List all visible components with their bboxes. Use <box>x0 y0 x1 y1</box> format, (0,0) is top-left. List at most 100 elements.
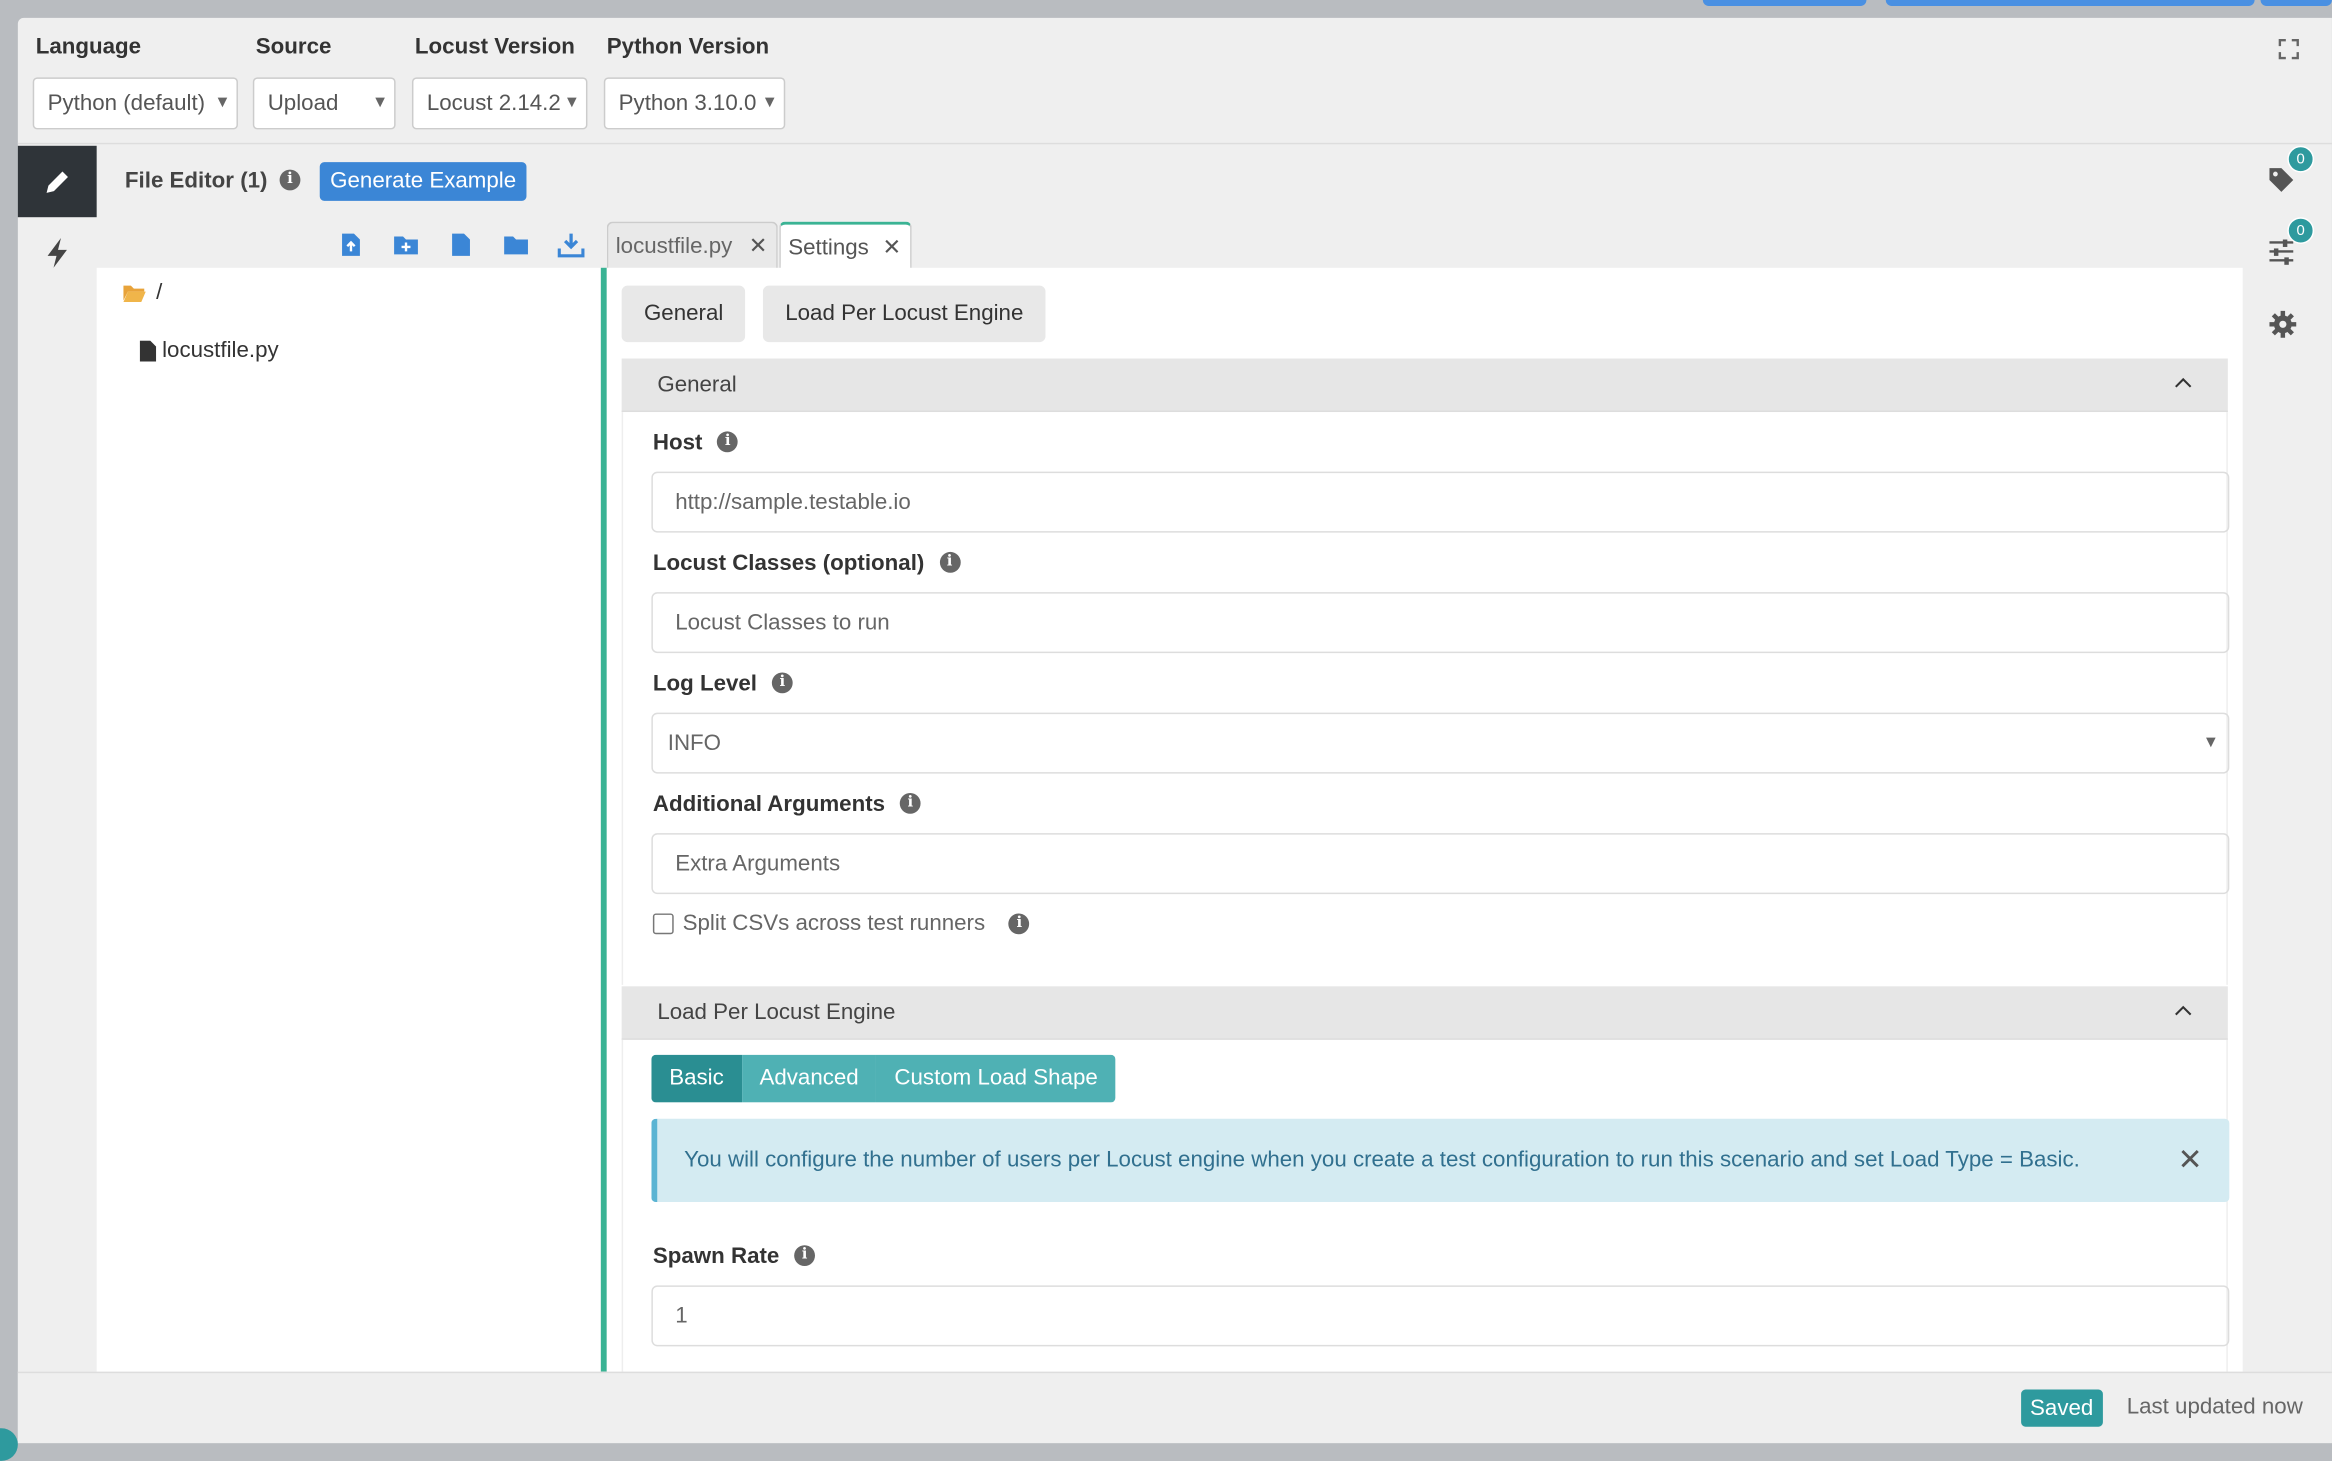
tree-root-folder[interactable]: / <box>122 280 162 305</box>
download-icon[interactable] <box>543 229 598 259</box>
generate-example-button[interactable]: Generate Example <box>319 162 527 201</box>
tree-file-label: locustfile.py <box>162 337 279 363</box>
info-icon[interactable]: i <box>939 551 961 573</box>
help-launcher[interactable] <box>0 1428 18 1461</box>
info-icon[interactable]: i <box>771 672 793 694</box>
source-group: Source <box>253 33 332 63</box>
mode-basic[interactable]: Basic <box>651 1054 742 1103</box>
nav-file-editor[interactable] <box>17 145 97 218</box>
python-version-select[interactable]: Python 3.10.0 ▼ <box>603 77 786 130</box>
language-label: Language <box>35 34 142 60</box>
python-version-value: Python 3.10.0 <box>618 90 757 117</box>
language-group: Language <box>33 33 141 63</box>
host-input[interactable]: http://sample.testable.io <box>651 471 2230 533</box>
footer-bar: Saved Last updated now <box>17 1371 2332 1444</box>
language-select[interactable]: Python (default) ▼ <box>32 77 238 130</box>
python-version-group: Python Version <box>604 33 769 63</box>
last-updated-text: Last updated now <box>2126 1393 2303 1420</box>
locust-version-group: Locust Version <box>412 33 575 63</box>
source-value: Upload <box>267 90 339 117</box>
log-level-value: INFO <box>667 730 722 756</box>
settings-panel: General Load Per Locust Engine General H… <box>606 267 2243 1372</box>
params-count-badge: 0 <box>2287 217 2315 244</box>
locust-classes-label: Locust Classes (optional) i <box>652 547 961 577</box>
checkbox-box[interactable] <box>652 912 674 934</box>
host-label: Host i <box>652 427 739 457</box>
chevron-up-icon <box>2175 377 2192 388</box>
log-level-label: Log Level i <box>653 668 793 698</box>
pill-load-per-locust-engine[interactable]: Load Per Locust Engine <box>762 285 1046 343</box>
info-icon[interactable]: i <box>717 431 739 453</box>
caret-down-icon: ▼ <box>563 93 581 112</box>
log-level-label-text: Log Level <box>652 670 758 696</box>
spawn-rate-label: Spawn Rate i <box>652 1241 816 1271</box>
general-section-header[interactable]: General <box>621 358 2228 413</box>
load-section-title: Load Per Locust Engine <box>657 999 896 1026</box>
tab-label: locustfile.py <box>615 233 733 259</box>
close-icon[interactable]: ✕ <box>2178 1119 2203 1202</box>
file-icon <box>139 339 157 361</box>
folder-icon[interactable] <box>488 229 543 259</box>
tags-count-badge: 0 <box>2287 145 2315 173</box>
saved-badge: Saved <box>2021 1389 2103 1427</box>
additional-arguments-label: Additional Arguments i <box>653 788 921 818</box>
locust-classes-label-text: Locust Classes (optional) <box>652 549 925 575</box>
source-label: Source <box>255 34 332 60</box>
chevron-up-icon <box>2175 1005 2192 1016</box>
split-csv-checkbox[interactable]: Split CSVs across test runners i <box>652 910 1030 936</box>
scenario-editor-dialog: Language Python (default) ▼ Source Upload… <box>17 17 2332 1444</box>
info-icon[interactable]: i <box>899 792 921 814</box>
folder-open-icon <box>123 284 146 302</box>
load-mode-toggle: Basic Advanced Custom Load Shape <box>651 1054 1116 1103</box>
general-section-title: General <box>657 371 737 398</box>
general-section-body: Host i http://sample.testable.io Locust C… <box>621 412 2230 985</box>
split-csv-label: Split CSVs across test runners <box>682 910 986 936</box>
new-file-icon[interactable] <box>433 229 488 259</box>
tab-label: Settings <box>788 235 869 261</box>
mode-advanced[interactable]: Advanced <box>741 1054 877 1103</box>
top-stub-button[interactable] <box>1702 0 1867 6</box>
mode-custom-load-shape[interactable]: Custom Load Shape <box>876 1054 1116 1103</box>
caret-down-icon: ▼ <box>2202 733 2219 752</box>
close-icon[interactable]: ✕ <box>749 223 768 271</box>
tab-locustfile[interactable]: locustfile.py ✕ <box>606 221 778 271</box>
additional-arguments-input[interactable]: Extra Arguments <box>651 833 2230 895</box>
caret-down-icon: ▼ <box>214 93 231 112</box>
additional-arguments-label-text: Additional Arguments <box>652 790 886 817</box>
log-level-select[interactable]: INFO ▼ <box>651 712 2230 774</box>
load-section-header[interactable]: Load Per Locust Engine <box>621 986 2228 1040</box>
header-divider <box>17 142 2332 145</box>
info-icon[interactable]: i <box>794 1245 816 1267</box>
caret-down-icon: ▼ <box>371 93 389 112</box>
file-tree-toolbar <box>323 229 598 259</box>
spawn-rate-input[interactable]: 1 <box>651 1285 2230 1347</box>
tree-root-label: / <box>156 279 163 305</box>
pencil-icon <box>45 171 68 193</box>
tab-settings[interactable]: Settings ✕ <box>779 221 912 273</box>
host-label-text: Host <box>652 429 703 455</box>
caret-down-icon: ▼ <box>761 93 778 112</box>
info-icon[interactable]: i <box>1008 912 1030 934</box>
top-stub-button[interactable] <box>1885 0 2255 6</box>
locust-version-select[interactable]: Locust 2.14.2 ▼ <box>411 77 588 130</box>
pill-general[interactable]: General <box>621 285 746 343</box>
info-icon[interactable]: i <box>279 169 301 191</box>
locust-version-label: Locust Version <box>414 34 575 60</box>
tree-file-item[interactable]: locustfile.py <box>139 337 279 363</box>
locust-version-value: Locust 2.14.2 <box>426 90 561 117</box>
upload-file-icon[interactable] <box>323 229 378 259</box>
new-folder-icon[interactable] <box>378 229 433 259</box>
fullscreen-icon[interactable] <box>2278 38 2299 60</box>
gear-icon[interactable] <box>2268 309 2298 339</box>
python-version-label: Python Version <box>606 34 770 60</box>
close-icon[interactable]: ✕ <box>883 225 902 273</box>
spawn-rate-label-text: Spawn Rate <box>652 1242 780 1269</box>
file-editor-title: File Editor (1) <box>124 168 268 194</box>
language-value: Python (default) <box>47 90 206 117</box>
file-tree: / locustfile.py <box>96 267 601 1372</box>
locust-classes-input[interactable]: Locust Classes to run <box>651 592 2230 654</box>
lightning-icon[interactable] <box>43 237 73 270</box>
top-stub-button[interactable] <box>2260 0 2332 6</box>
source-select[interactable]: Upload ▼ <box>252 77 396 130</box>
load-section-body: Basic Advanced Custom Load Shape You wil… <box>621 1039 2230 1372</box>
